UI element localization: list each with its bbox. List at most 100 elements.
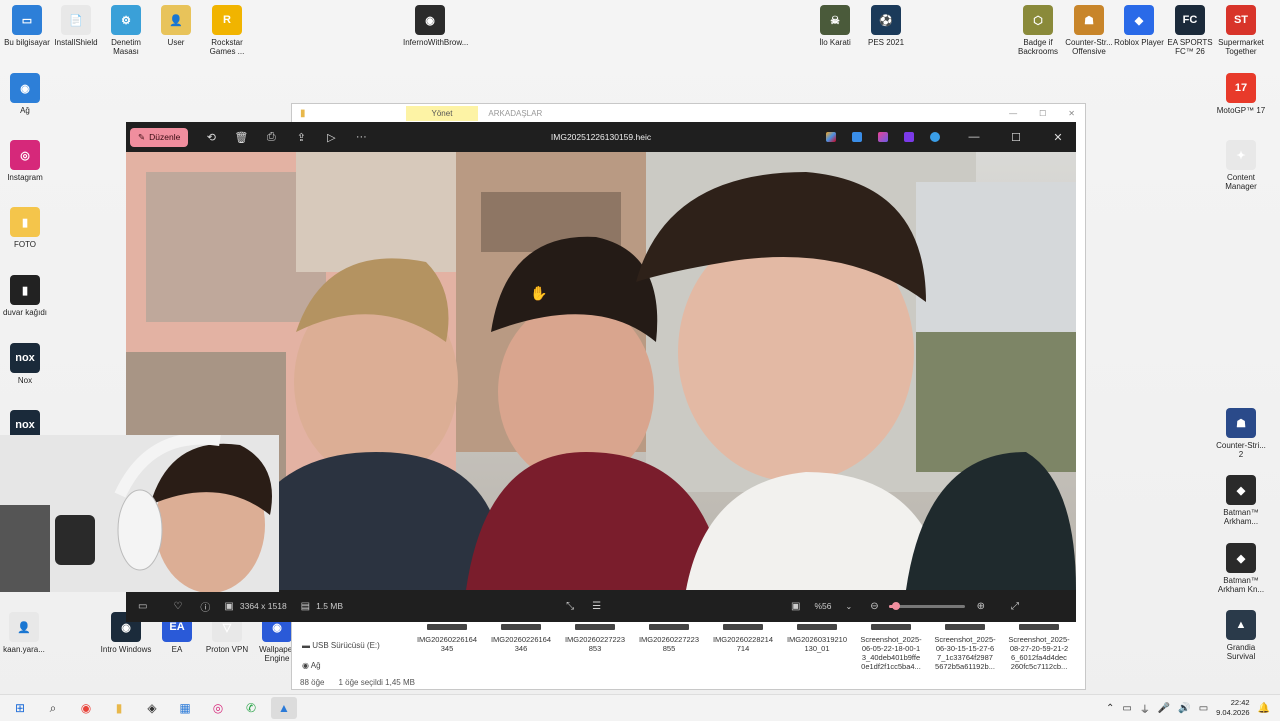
close-icon[interactable]: ✕ [1068,109,1075,118]
desktop-icon-label: İlo Karati [819,38,851,47]
more-icon[interactable]: ··· [354,131,368,143]
photo-editor-icon[interactable] [852,132,862,142]
desktop-icon-user[interactable]: 👤 User [149,5,203,47]
actual-size-icon[interactable]: ▣ [791,601,800,612]
print-icon[interactable]: ⎙ [264,131,278,144]
desktop-icon-pes-2021[interactable]: ⚽ PES 2021 [859,5,913,47]
file-name: IMG20260319210 130_01 [786,635,848,653]
photos-bottom-bar: ▭ ♡ ⓘ ▣ 3364 x 1518 ▤ 1.5 MB ⤡ ☰ ▣ %56 ⌄… [126,590,1076,622]
battery-icon[interactable]: ▭ [1199,703,1208,714]
nav-item-usb[interactable]: ▬ USB Sürücüsü (E:) [302,636,380,656]
desktop-icon-duvar-ka-d[interactable]: ▮ duvar kağıdı [0,275,52,317]
store-icon[interactable]: ▦ [172,697,198,719]
notification-icon[interactable]: 🔔 [1258,703,1270,714]
desktop-icon-foto[interactable]: ▮ FOTO [0,207,52,249]
maximize-icon[interactable]: ☐ [1039,109,1046,118]
slideshow-icon[interactable]: ▷ [324,131,338,144]
bu-bilgisayar-icon: ▭ [12,5,42,35]
desktop-icon-roblox-player[interactable]: ◆ Roblox Player [1112,5,1166,47]
zoom-out-icon[interactable]: ⊖ [870,601,878,612]
file-item[interactable]: Screenshot_2025- 06-30-15-15-27-6 7_1c33… [928,624,1002,671]
desktop-icon-label: Instagram [7,173,43,182]
drive-icon: ▬ [302,641,313,650]
desktop-icon-label: InfernoWithBrow... [403,38,469,47]
file-item[interactable]: IMG20260226164 345 [410,624,484,671]
file-item[interactable]: IMG20260227223 855 [632,624,706,671]
maximize-window-icon[interactable]: ☐ [1008,131,1024,144]
network-tray-icon[interactable]: ▭ [1122,703,1131,714]
desktop-icon-badge-if-backrooms[interactable]: ⬡ Badge if Backrooms [1011,5,1065,56]
zoom-slider[interactable] [888,601,965,610]
mic-icon[interactable]: 🎤 [1158,703,1170,714]
desktop-icon-nox[interactable]: nox Nox [0,343,52,385]
usb-tray-icon[interactable]: ⏚ [1140,701,1150,716]
fullscreen-icon[interactable]: ⤢ [1011,601,1019,612]
copilot-icon[interactable] [826,132,836,142]
rotate-icon[interactable]: ⟲ [204,131,218,144]
onedrive-icon[interactable] [930,132,940,142]
desktop-icon-motogp-17[interactable]: 17 MotoGP™ 17 [1214,73,1268,115]
desktop-icon-supermarket-together[interactable]: ST Supermarket Together [1214,5,1268,56]
item-count: 88 öğe [300,678,325,687]
file-name: IMG20260227223 855 [638,635,700,653]
webcam-overlay [0,435,279,592]
start-icon[interactable]: ⊞ [7,697,33,719]
instagram-icon[interactable]: ◎ [205,697,231,719]
minimize-window-icon[interactable]: — [966,131,982,143]
chevron-up-icon[interactable]: ⌃ [1106,703,1114,714]
desktop-icon-batman-arkham[interactable]: ◆ Batman™ Arkham... [1214,475,1268,526]
content-manager-icon: ✦ [1226,140,1256,170]
file-item[interactable]: Screenshot_2025- 08-27-20-59-21-2 6_6012… [1002,624,1076,671]
file-item[interactable]: IMG20260226164 346 [484,624,558,671]
app-icon[interactable]: ◈ [139,697,165,719]
delete-icon[interactable]: 🗑 [234,131,248,144]
zoom-dropdown-icon[interactable]: ⌄ [846,602,853,611]
designer-icon[interactable] [878,132,888,142]
desktop-icon-a[interactable]: ◉ Ağ [0,73,52,115]
clipchamp-icon[interactable] [904,132,914,142]
desktop-icon-batman-arkham-kn[interactable]: ◆ Batman™ Arkham Kn... [1214,543,1268,594]
photos-app-icon[interactable]: ▲ [271,697,297,719]
desktop-icon-counter-str-offensive[interactable]: ☗ Counter-Str... Offensive [1062,5,1116,56]
edit-button[interactable]: ✎ Düzenle [130,127,189,147]
clock[interactable]: 22:42 9.04.2026 [1216,698,1249,718]
desktop-icon-ea-sports-fc-26[interactable]: FC EA SPORTS FC™ 26 [1163,5,1217,56]
desktop-icon-grandia-survival[interactable]: ▲ Grandia Survival [1214,610,1268,661]
tab-manage[interactable]: Yönet [405,105,479,121]
filmstrip-icon[interactable]: ▭ [138,601,147,612]
file-item[interactable]: IMG20260228214 714 [706,624,780,671]
desktop-icon-rockstar-games[interactable]: R Rockstar Games ... [200,5,254,56]
volume-icon[interactable]: 🔊 [1178,703,1190,714]
file-item[interactable]: Screenshot_2025- 06-05-22-18-00-1 3_40de… [854,624,928,671]
file-explorer-icon[interactable]: ▮ [106,697,132,719]
nav-item-network[interactable]: ◉ Ağ [302,656,380,676]
chrome-icon[interactable]: ◉ [73,697,99,719]
file-thumbnail [427,624,467,630]
desktop-icon-counter-stri-2[interactable]: ☗ Counter-Stri... 2 [1214,408,1268,459]
desktop-icon-denetim-masas[interactable]: ⚙ Denetim Masası [99,5,153,56]
favorite-icon[interactable]: ♡ [173,601,182,612]
info-icon[interactable]: ⓘ [200,599,210,614]
adjust-icon[interactable]: ☰ [592,601,601,612]
desktop-icon-instagram[interactable]: ◎ Instagram [0,140,52,182]
whatsapp-icon[interactable]: ✆ [238,697,264,719]
desktop-icon-i-lo-karati[interactable]: ☠ İlo Karati [808,5,862,47]
file-item[interactable]: IMG20260227223 853 [558,624,632,671]
desktop-icon-kaan-yara[interactable]: 👤 kaan.yara... [0,612,51,654]
close-window-icon[interactable]: ✕ [1050,131,1066,144]
desktop-icon-installshield[interactable]: 📄 InstallShield [49,5,103,47]
fit-icon[interactable]: ⤡ [566,601,574,612]
desktop-icon-bu-bilgisayar[interactable]: ▭ Bu bilgisayar [0,5,54,47]
zoom-slider-knob[interactable] [892,601,901,610]
system-tray: ⌃ ▭ ⏚ 🎤 🔊 ▭ 22:42 9.04.2026 🔔 [1106,698,1280,718]
file-thumbnail [501,624,541,630]
desktop-icon-label: Intro Windows [100,645,152,654]
file-item[interactable]: IMG20260319210 130_01 [780,624,854,671]
desktop-icon-content-manager[interactable]: ✦ Content Manager [1214,140,1268,191]
share-icon[interactable]: ⇪ [294,131,308,144]
search-icon[interactable]: ⌕ [40,697,66,719]
zoom-in-icon[interactable]: ⊕ [977,601,985,612]
minimize-icon[interactable]: — [1009,109,1017,118]
desktop-icon-infernowithbrow[interactable]: ◉ InfernoWithBrow... [403,5,469,47]
zoom-value[interactable]: %56 [814,601,831,611]
